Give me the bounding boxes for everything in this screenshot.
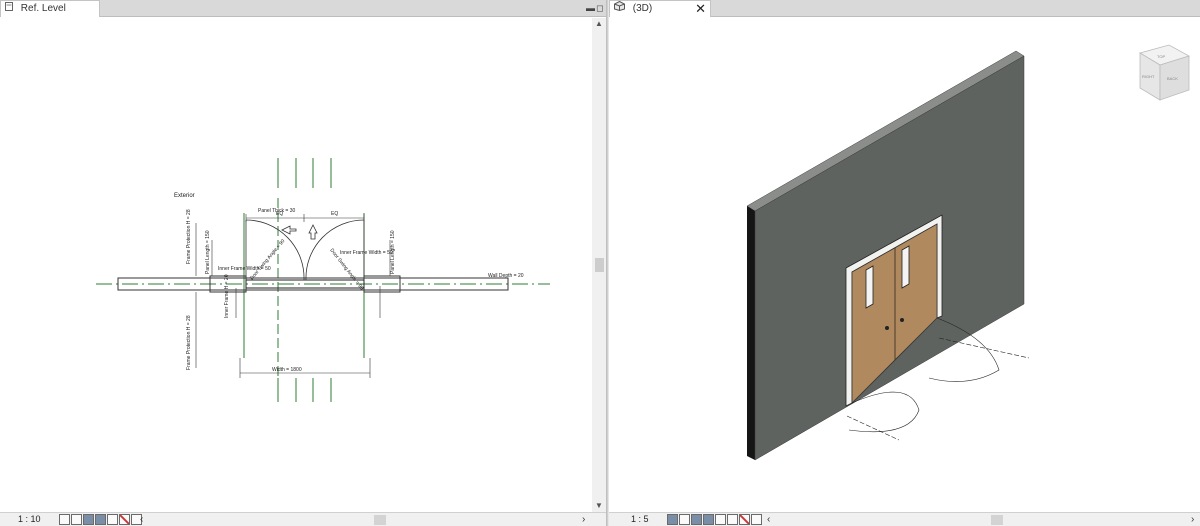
tab-ref-level-label: Ref. Level: [20, 3, 66, 14]
panel-length-right-label: Panel Length = 150: [390, 230, 396, 274]
show-crop-region-icon[interactable]: [119, 514, 130, 525]
detail-level-icon[interactable]: [667, 514, 678, 525]
chevron-left-icon[interactable]: ‹: [140, 513, 143, 526]
plan-drawing: Exterior EQ EQ Panel Thick = 30 Width = …: [96, 158, 550, 402]
3d-house-icon: [614, 0, 625, 17]
right-hscroll-thumb[interactable]: [991, 515, 1003, 525]
shadows-icon[interactable]: [95, 514, 106, 525]
view-control-icons-3d: [667, 514, 762, 526]
plan-view-canvas[interactable]: Exterior EQ EQ Panel Thick = 30 Width = …: [0, 18, 592, 512]
chevron-right-icon[interactable]: ›: [1191, 513, 1194, 526]
visual-style-icon[interactable]: [71, 514, 82, 525]
tab-3d[interactable]: (3D) ✕: [609, 0, 711, 17]
restore-icon[interactable]: ◻: [596, 2, 603, 14]
inner-frame-width-right-label: Inner Frame Width = 50: [340, 250, 393, 256]
tab-3d-label: (3D): [632, 3, 653, 14]
chevron-left-icon[interactable]: ‹: [767, 513, 770, 526]
lock-view-icon[interactable]: [727, 514, 738, 525]
frame-protection-top-label: Frame Protection H = 28: [186, 209, 192, 264]
hide-isolate-icon[interactable]: [751, 514, 762, 525]
revit-workspace: Ref. Level ▬ ◻ (3D) ✕ Exterior EQ EQ Pan…: [0, 0, 1200, 526]
left-tabstrip: Ref. Level ▬ ◻: [0, 0, 606, 17]
right-tabstrip: (3D) ✕: [609, 0, 1200, 17]
shadows-icon[interactable]: [703, 514, 714, 525]
panel-length-left-label: Panel Length = 150: [205, 230, 211, 274]
frame-protection-bottom-label: Frame Protection H = 28: [186, 315, 192, 370]
sun-path-icon[interactable]: [83, 514, 94, 525]
show-crop-region-icon[interactable]: [739, 514, 750, 525]
view-scale-3d[interactable]: 1 : 5: [631, 513, 649, 526]
exterior-label: Exterior: [174, 193, 195, 199]
scroll-down-icon[interactable]: ▼: [592, 500, 606, 512]
viewcube[interactable]: TOP RIGHT BACK: [1138, 44, 1191, 101]
viewcube-top-label: TOP: [1157, 54, 1165, 59]
3d-view-canvas[interactable]: TOP RIGHT BACK: [609, 18, 1200, 512]
scroll-up-icon[interactable]: ▲: [592, 18, 606, 30]
minimize-icon[interactable]: ▬: [586, 2, 595, 14]
wall-depth-label: Wall Depth = 20: [488, 273, 524, 279]
viewcube-back-label: BACK: [1167, 76, 1178, 81]
panel-thick-label: Panel Thick = 30: [258, 208, 296, 214]
inner-frame-h-label: Inner Frame H = 20: [224, 274, 230, 318]
scrollbar-thumb[interactable]: [595, 258, 604, 272]
crop-view-icon[interactable]: [107, 514, 118, 525]
right-view-control-bar: 1 : 5 ‹ ›: [609, 512, 1200, 526]
swing-angle-left-label: Door Swing Angle = 90: [249, 238, 287, 281]
width-label: Width = 1800: [272, 367, 302, 373]
left-view-control-bar: 1 : 10 ‹ ›: [0, 512, 606, 526]
plan-view-icon: [5, 1, 13, 17]
tab-ref-level[interactable]: Ref. Level: [0, 0, 100, 17]
3d-model: TOP RIGHT BACK: [746, 44, 1191, 461]
chevron-right-icon[interactable]: ›: [582, 513, 585, 526]
view-scale[interactable]: 1 : 10: [18, 513, 41, 526]
sun-path-icon[interactable]: [691, 514, 702, 525]
left-hscroll-thumb[interactable]: [374, 515, 386, 525]
render-icon[interactable]: [715, 514, 726, 525]
dimension-labels: Exterior EQ EQ Panel Thick = 30 Width = …: [174, 193, 524, 373]
viewcube-right-label: RIGHT: [1142, 74, 1155, 79]
view-control-icons: [59, 514, 142, 526]
detail-level-icon[interactable]: [59, 514, 70, 525]
dim-eq-right: EQ: [331, 211, 338, 217]
close-icon[interactable]: ✕: [695, 1, 706, 17]
visual-style-icon[interactable]: [679, 514, 690, 525]
left-vertical-scrollbar[interactable]: ▲ ▼: [592, 18, 606, 512]
